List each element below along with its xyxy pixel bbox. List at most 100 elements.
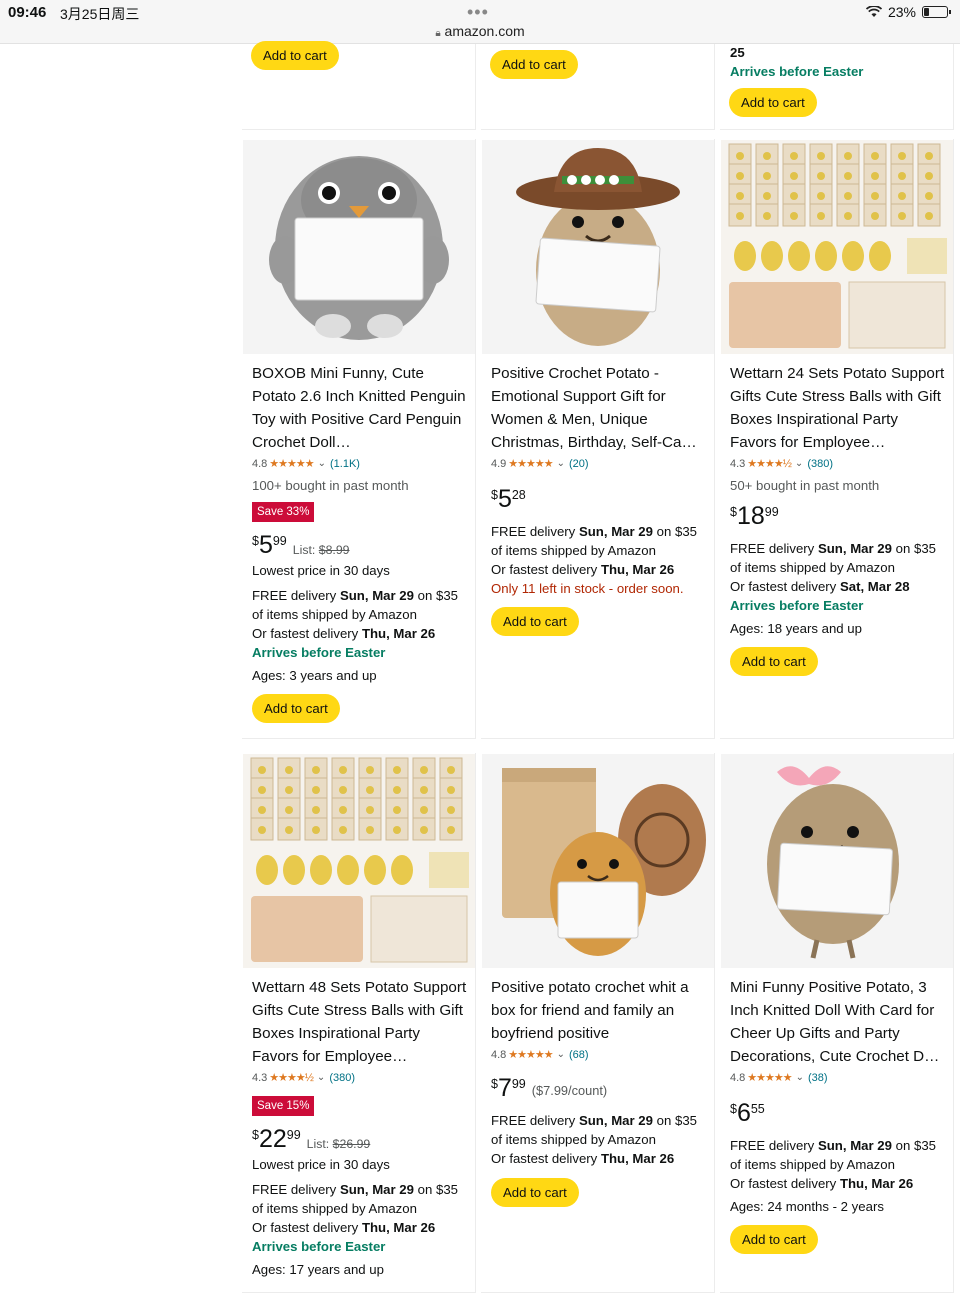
- savings-badge: Save 33%: [252, 502, 315, 522]
- add-to-cart-button[interactable]: Add to cart: [491, 1178, 579, 1207]
- rating-row[interactable]: 4.3 ★★★★½ ⌄ (380): [730, 457, 945, 471]
- product-image[interactable]: [721, 754, 953, 968]
- delivery-info-2: of items shipped by Amazon: [491, 543, 656, 558]
- delivery-info: FREE delivery Sun, Mar 29 on $35: [730, 1138, 936, 1153]
- fastest-delivery: Or fastest delivery Thu, Mar 26: [491, 1151, 675, 1166]
- fastest-delivery: Or fastest delivery Thu, Mar 26: [252, 626, 436, 641]
- lowest-price-note: Lowest price in 30 days: [252, 563, 390, 578]
- arrives-text: Arrives before Easter: [252, 645, 386, 660]
- rating-value: 4.8: [252, 457, 268, 470]
- star-rating-icon: ★★★★★: [508, 1049, 553, 1061]
- chevron-down-icon[interactable]: ⌄: [795, 458, 803, 469]
- status-bar: 09:46 3月25日周三 ••• 🔒︎ amazon.com 23%: [0, 0, 960, 44]
- product-card[interactable]: Mini Funny Positive Potato, 3 Inch Knitt…: [721, 754, 953, 1254]
- battery-icon: [922, 6, 951, 18]
- list-price: List: $8.99: [292, 543, 350, 557]
- product-title[interactable]: Mini Funny Positive Potato, 3 Inch Knitt…: [730, 976, 945, 1068]
- lowest-price-note: Lowest price in 30 days: [252, 1157, 390, 1172]
- product-title[interactable]: Positive potato crochet whit a box for f…: [491, 976, 706, 1045]
- star-rating-icon: ★★★★½: [269, 1072, 314, 1084]
- rating-value: 4.3: [252, 1071, 268, 1084]
- status-time: 09:46: [8, 4, 47, 21]
- product-title[interactable]: BOXOB Mini Funny, Cute Potato 2.6 Inch K…: [252, 362, 467, 454]
- rating-value: 4.8: [491, 1048, 507, 1061]
- product-title[interactable]: Positive Crochet Potato - Emotional Supp…: [491, 362, 706, 454]
- star-rating-icon: ★★★★★: [269, 458, 314, 470]
- rating-value: 4.8: [730, 1071, 746, 1084]
- product-card[interactable]: BOXOB Mini Funny, Cute Potato 2.6 Inch K…: [243, 140, 475, 723]
- delivery-info: FREE delivery Sun, Mar 29 on $35: [491, 1113, 697, 1128]
- rating-row[interactable]: 4.8 ★★★★★ ⌄ (68): [491, 1048, 706, 1062]
- age-range: Ages: 24 months - 2 years: [730, 1199, 884, 1214]
- chevron-down-icon[interactable]: ⌄: [796, 1072, 804, 1083]
- product-card[interactable]: Positive Crochet Potato - Emotional Supp…: [482, 140, 714, 636]
- delivery-info-2: of items shipped by Amazon: [491, 1132, 656, 1147]
- delivery-info-2: of items shipped by Amazon: [730, 560, 895, 575]
- fastest-delivery: Or fastest delivery Thu, Mar 26: [252, 1220, 436, 1235]
- address-bar[interactable]: 🔒︎ amazon.com: [0, 23, 960, 39]
- price[interactable]: $ 5 99: [252, 532, 287, 558]
- bought-count: 100+ bought in past month: [252, 478, 409, 493]
- arrives-text: Arrives before Easter: [730, 598, 864, 613]
- chevron-down-icon[interactable]: ⌄: [318, 458, 326, 469]
- product-title[interactable]: Wettarn 24 Sets Potato Support Gifts Cut…: [730, 362, 945, 454]
- url-text: amazon.com: [444, 23, 525, 39]
- review-count[interactable]: (20): [569, 458, 589, 470]
- star-rating-icon: ★★★★½: [747, 458, 792, 470]
- delivery-info: FREE delivery Sun, Mar 29 on $35: [730, 541, 936, 556]
- rating-value: 4.3: [730, 457, 746, 470]
- age-range: Ages: 3 years and up: [252, 668, 377, 683]
- star-rating-icon: ★★★★★: [747, 1072, 792, 1084]
- partial-text: 25: [730, 45, 745, 60]
- delivery-info-2: of items shipped by Amazon: [252, 607, 417, 622]
- rating-row[interactable]: 4.9 ★★★★★ ⌄ (20): [491, 457, 706, 471]
- arrives-text: Arrives before Easter: [730, 64, 864, 79]
- add-to-cart-button[interactable]: Add to cart: [251, 41, 339, 70]
- rating-row[interactable]: 4.8 ★★★★★ ⌄ (1.1K): [252, 457, 467, 471]
- rating-row[interactable]: 4.8 ★★★★★ ⌄ (38): [730, 1071, 945, 1085]
- chevron-down-icon[interactable]: ⌄: [557, 458, 565, 469]
- add-to-cart-button[interactable]: Add to cart: [252, 694, 340, 723]
- price[interactable]: $ 7 99: [491, 1075, 526, 1101]
- star-rating-icon: ★★★★★: [508, 458, 553, 470]
- product-image[interactable]: [721, 140, 953, 354]
- review-count[interactable]: (380): [807, 458, 833, 470]
- add-to-cart-button[interactable]: Add to cart: [491, 607, 579, 636]
- fastest-delivery: Or fastest delivery Thu, Mar 26: [730, 1176, 914, 1191]
- more-dots-icon[interactable]: •••: [467, 2, 489, 23]
- delivery-info-2: of items shipped by Amazon: [252, 1201, 417, 1216]
- chevron-down-icon[interactable]: ⌄: [557, 1049, 565, 1060]
- product-card[interactable]: Positive potato crochet whit a box for f…: [482, 754, 714, 1207]
- review-count[interactable]: (68): [569, 1049, 589, 1061]
- review-count[interactable]: (380): [329, 1072, 355, 1084]
- add-to-cart-button[interactable]: Add to cart: [730, 1225, 818, 1254]
- product-image[interactable]: [243, 140, 475, 354]
- price[interactable]: $ 18 99: [730, 503, 779, 529]
- add-to-cart-button[interactable]: Add to cart: [729, 88, 817, 117]
- add-to-cart-button[interactable]: Add to cart: [490, 50, 578, 79]
- product-image[interactable]: [482, 754, 714, 968]
- lock-icon: 🔒︎: [435, 28, 441, 39]
- add-to-cart-button[interactable]: Add to cart: [730, 647, 818, 676]
- unit-price: ($7.99/count): [531, 1083, 608, 1098]
- review-count[interactable]: (38): [808, 1072, 828, 1084]
- product-card[interactable]: Wettarn 24 Sets Potato Support Gifts Cut…: [721, 140, 953, 676]
- delivery-info: FREE delivery Sun, Mar 29 on $35: [252, 1182, 458, 1197]
- savings-badge: Save 15%: [252, 1096, 315, 1116]
- rating-value: 4.9: [491, 457, 507, 470]
- product-image[interactable]: [482, 140, 714, 354]
- product-title[interactable]: Wettarn 48 Sets Potato Support Gifts Cut…: [252, 976, 467, 1068]
- product-image[interactable]: [243, 754, 475, 968]
- age-range: Ages: 17 years and up: [252, 1262, 384, 1277]
- status-right: 23%: [865, 4, 951, 20]
- chevron-down-icon[interactable]: ⌄: [317, 1072, 325, 1083]
- price[interactable]: $ 6 55: [730, 1100, 765, 1126]
- battery-percent: 23%: [887, 4, 916, 20]
- fastest-delivery: Or fastest delivery Thu, Mar 26: [491, 562, 675, 577]
- price[interactable]: $ 22 99: [252, 1126, 301, 1152]
- product-card[interactable]: Wettarn 48 Sets Potato Support Gifts Cut…: [243, 754, 475, 1279]
- bought-count: 50+ bought in past month: [730, 478, 880, 493]
- rating-row[interactable]: 4.3 ★★★★½ ⌄ (380): [252, 1071, 467, 1085]
- price[interactable]: $ 5 28: [491, 486, 526, 512]
- review-count[interactable]: (1.1K): [330, 458, 360, 470]
